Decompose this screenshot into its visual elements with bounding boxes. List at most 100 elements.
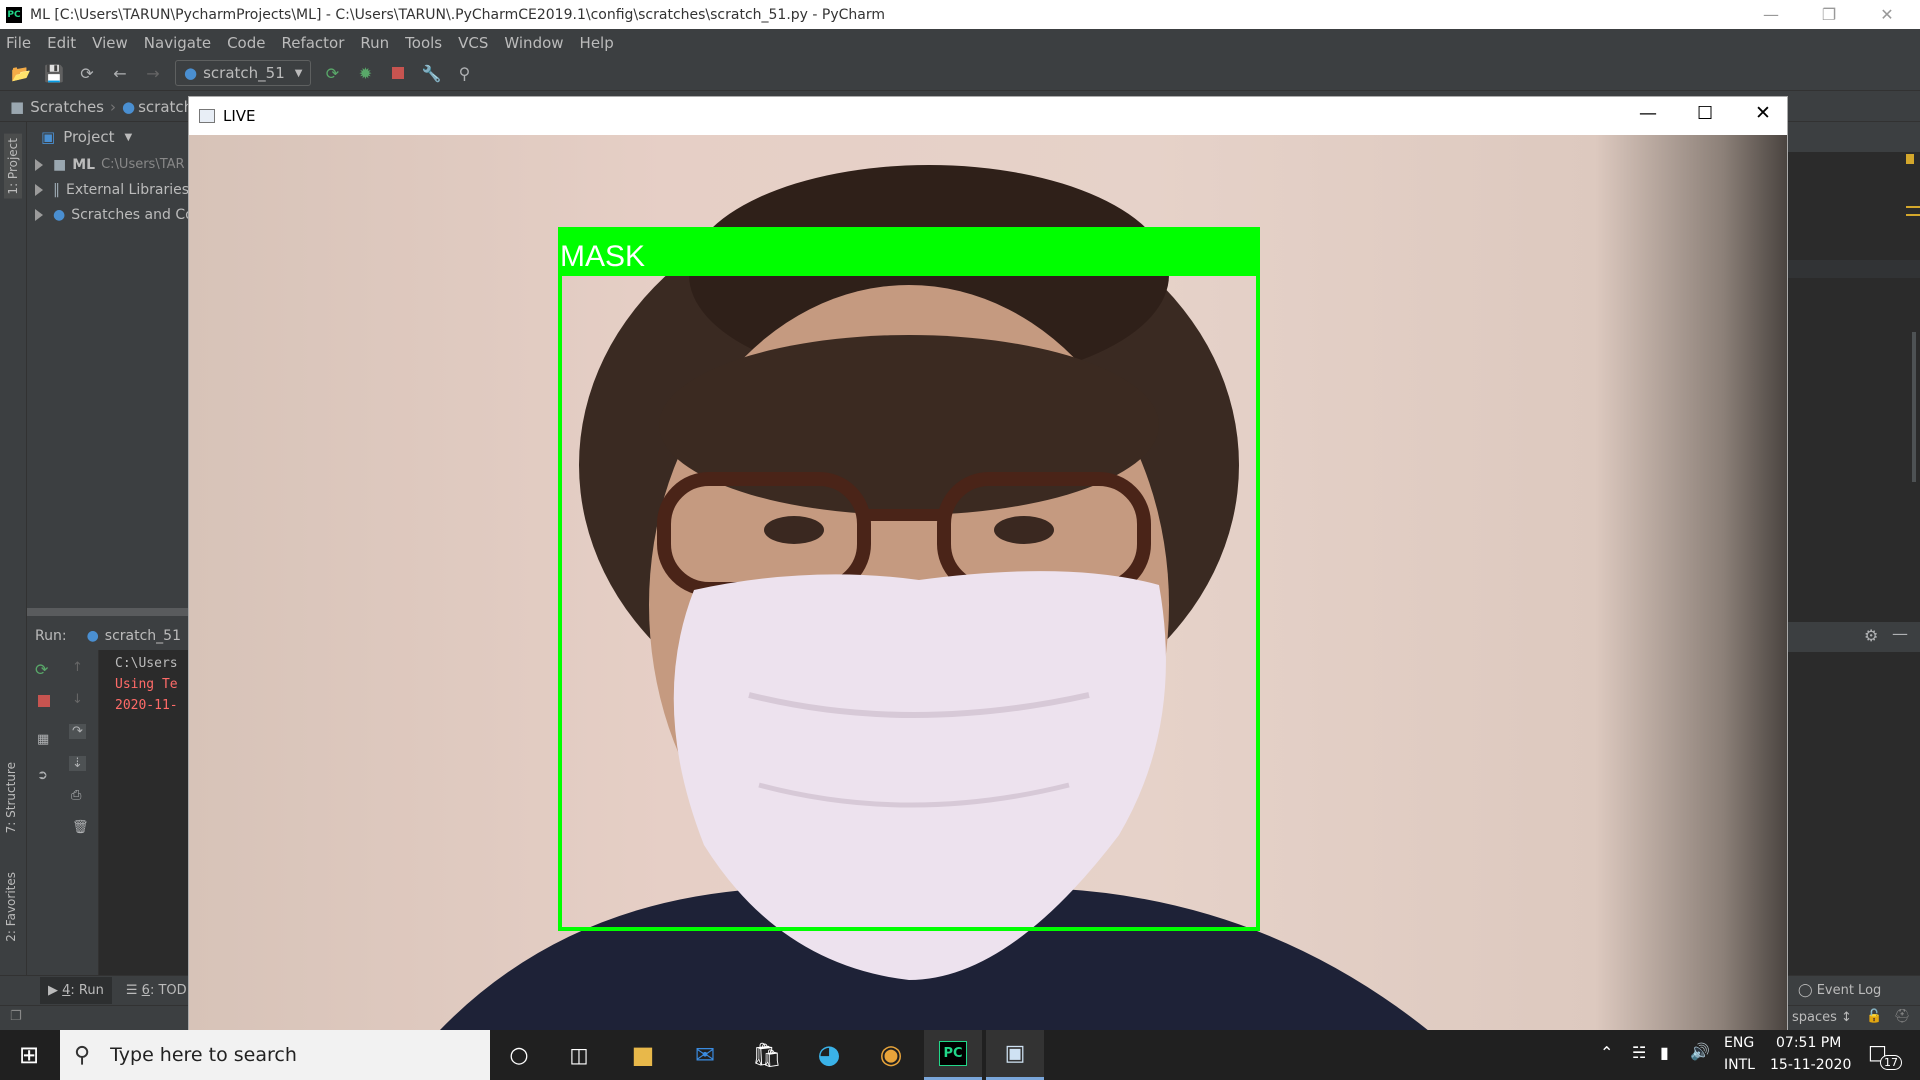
menu-refactor[interactable]: Refactor bbox=[281, 34, 344, 52]
tree-item-label: ML bbox=[72, 156, 96, 173]
error-stripe-mark[interactable] bbox=[1906, 206, 1920, 208]
memory-icon[interactable]: ⛑ bbox=[1894, 1009, 1911, 1024]
stop-icon[interactable] bbox=[387, 62, 409, 84]
menu-tools[interactable]: Tools bbox=[405, 34, 442, 52]
hide-icon[interactable]: — bbox=[1892, 624, 1908, 643]
close-icon[interactable]: ✕ bbox=[1858, 0, 1916, 29]
menu-window[interactable]: Window bbox=[504, 34, 563, 52]
live-window-taskbar-icon[interactable]: ▣ bbox=[986, 1030, 1044, 1080]
trash-icon[interactable]: 🗑 bbox=[72, 820, 89, 835]
scroll-to-end-icon[interactable]: ⇣ bbox=[69, 756, 86, 771]
volume-icon[interactable]: 🔊 bbox=[1690, 1042, 1710, 1061]
store-icon[interactable]: 🛍 bbox=[738, 1030, 796, 1080]
tab-structure[interactable]: 7: Structure bbox=[4, 762, 18, 833]
clock-date[interactable]: 15-11-2020 bbox=[1770, 1057, 1851, 1073]
up-arrow-icon[interactable]: ↑ bbox=[72, 660, 83, 675]
rerun-icon[interactable]: ⟳ bbox=[321, 62, 343, 84]
run-toolbar: ⟳ ▦ ➲ ↑ ↓ ↷ ⇣ ⎙ 🗑 bbox=[27, 650, 99, 975]
stop-icon[interactable] bbox=[38, 695, 50, 707]
expand-arrow-icon[interactable] bbox=[35, 183, 43, 196]
event-log-button[interactable]: ◯ Event Log bbox=[1798, 983, 1881, 998]
pycharm-logo-icon: PC bbox=[6, 6, 22, 23]
taskbar-search-box[interactable]: ⚲ Type here to search bbox=[60, 1030, 490, 1080]
battery-icon[interactable]: ▮ bbox=[1660, 1043, 1669, 1062]
network-icon[interactable]: ☵ bbox=[1632, 1043, 1646, 1062]
cortana-icon[interactable]: ○ bbox=[490, 1030, 548, 1080]
menu-code[interactable]: Code bbox=[227, 34, 265, 52]
run-tab-scratch[interactable]: scratch_51 bbox=[105, 628, 181, 644]
lock-icon[interactable]: 🔓 bbox=[1866, 1009, 1882, 1024]
error-stripe-mark[interactable] bbox=[1906, 214, 1920, 216]
gear-icon[interactable]: ⚙ bbox=[1864, 626, 1878, 645]
menu-run[interactable]: Run bbox=[360, 34, 389, 52]
language-indicator-bottom[interactable]: INTL bbox=[1724, 1057, 1755, 1073]
layout-toggle-icon[interactable]: ❐ bbox=[10, 1009, 22, 1024]
print-icon[interactable]: ⎙ bbox=[71, 788, 81, 803]
menu-navigate[interactable]: Navigate bbox=[144, 34, 211, 52]
library-icon: ‖ bbox=[53, 181, 60, 198]
run-panel-header: Run: ● scratch_51 bbox=[27, 622, 189, 650]
layout-icon[interactable]: ▦ bbox=[37, 732, 49, 747]
close-icon[interactable]: ✕ bbox=[1755, 102, 1771, 124]
save-icon[interactable]: 💾 bbox=[43, 62, 65, 84]
tab-project[interactable]: 1: Project bbox=[4, 134, 22, 199]
project-icon: ▣ bbox=[41, 128, 56, 146]
tab-todo[interactable]: ☰ 6: TOD bbox=[126, 983, 187, 998]
menu-edit[interactable]: Edit bbox=[47, 34, 76, 52]
folder-icon: ■ bbox=[53, 156, 67, 173]
chrome-browser-icon[interactable]: ◉ bbox=[862, 1030, 920, 1080]
live-window-titlebar: LIVE — ☐ ✕ bbox=[189, 97, 1787, 134]
pin-icon[interactable]: ➲ bbox=[37, 768, 48, 783]
tree-item-external-libraries[interactable]: ‖ External Libraries bbox=[27, 177, 189, 202]
tree-item-scratches[interactable]: ● Scratches and Co bbox=[27, 202, 194, 227]
minimize-icon[interactable]: — bbox=[1742, 0, 1800, 29]
tree-item-path: C:\Users\TAR bbox=[101, 157, 185, 172]
breadcrumb-scratches[interactable]: Scratches bbox=[30, 98, 104, 116]
restore-icon[interactable]: ❐ bbox=[1800, 0, 1858, 29]
project-panel-header[interactable]: ▣ Project ▼ bbox=[27, 122, 189, 152]
windows-taskbar: ⊞ ⚲ Type here to search ○ ◫ ■ ✉ 🛍 ◕ ◉ PC… bbox=[0, 1030, 1920, 1080]
clock-time[interactable]: 07:51 PM bbox=[1776, 1035, 1841, 1051]
windows-start-icon[interactable]: ⊞ bbox=[0, 1030, 58, 1080]
menu-vcs[interactable]: VCS bbox=[458, 34, 488, 52]
search-icon[interactable]: ⚲ bbox=[453, 62, 475, 84]
horizontal-scrollbar[interactable] bbox=[27, 608, 189, 616]
notification-count-badge: 17 bbox=[1880, 1055, 1902, 1070]
pycharm-taskbar-icon[interactable]: PC bbox=[924, 1030, 982, 1080]
open-folder-icon[interactable]: 📂 bbox=[10, 62, 32, 84]
back-arrow-icon[interactable]: ← bbox=[109, 62, 131, 84]
mail-icon[interactable]: ✉ bbox=[676, 1030, 734, 1080]
vertical-scrollbar[interactable] bbox=[1912, 332, 1916, 482]
forward-arrow-icon[interactable]: → bbox=[142, 62, 164, 84]
editor-tab-strip bbox=[1788, 122, 1920, 152]
task-view-icon[interactable]: ◫ bbox=[550, 1030, 608, 1080]
expand-arrow-icon[interactable] bbox=[35, 158, 43, 171]
maximize-icon[interactable]: ☐ bbox=[1697, 103, 1713, 124]
run-config-select[interactable]: ● scratch_51 ▼ bbox=[175, 60, 312, 86]
rerun-icon[interactable]: ⟳ bbox=[35, 660, 48, 679]
menu-file[interactable]: File bbox=[6, 34, 31, 52]
language-indicator-top[interactable]: ENG bbox=[1724, 1035, 1754, 1051]
run-panel-right-header: ⚙ — bbox=[1788, 622, 1920, 652]
menu-view[interactable]: View bbox=[92, 34, 128, 52]
edge-browser-icon[interactable]: ◕ bbox=[800, 1030, 858, 1080]
settings-wrench-icon[interactable]: 🔧 bbox=[420, 62, 442, 84]
tab-run[interactable]: ▶ 4: Run bbox=[40, 977, 112, 1004]
tree-item-ml[interactable]: ■ ML C:\Users\TAR bbox=[27, 152, 189, 177]
menu-help[interactable]: Help bbox=[580, 34, 614, 52]
minimize-icon[interactable]: — bbox=[1639, 103, 1657, 124]
live-window-title: LIVE bbox=[223, 106, 256, 125]
chevron-up-icon[interactable]: ⌃ bbox=[1600, 1043, 1613, 1062]
debug-bug-icon[interactable]: ✹ bbox=[354, 62, 376, 84]
menu-bar: File Edit View Navigate Code Refactor Ru… bbox=[0, 29, 1920, 56]
sync-icon[interactable]: ⟳ bbox=[76, 62, 98, 84]
project-panel: ▣ Project ▼ ■ ML C:\Users\TAR ‖ External… bbox=[27, 122, 194, 616]
down-arrow-icon[interactable]: ↓ bbox=[72, 692, 83, 707]
tab-favorites[interactable]: 2: Favorites bbox=[4, 872, 18, 942]
soft-wrap-icon[interactable]: ↷ bbox=[69, 724, 86, 739]
warning-marker[interactable] bbox=[1906, 154, 1914, 164]
expand-arrow-icon[interactable] bbox=[35, 208, 43, 221]
file-explorer-icon[interactable]: ■ bbox=[614, 1030, 672, 1080]
indent-indicator[interactable]: spaces ↕ bbox=[1792, 1010, 1852, 1025]
python-file-icon: ● bbox=[184, 64, 198, 82]
